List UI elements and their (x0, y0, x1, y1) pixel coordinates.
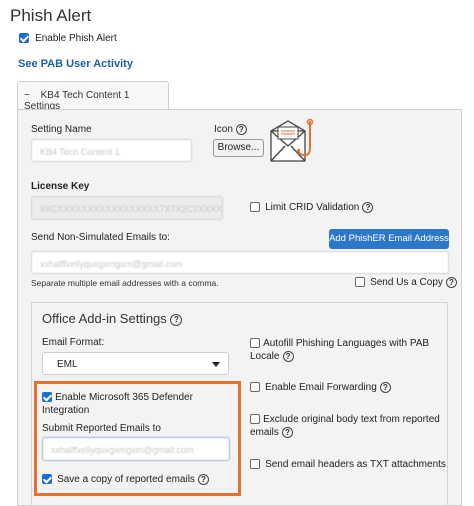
limit-crid-label: Limit CRID Validation (265, 202, 360, 213)
separate-emails-hint: Separate multiple email addresses with a… (31, 278, 219, 288)
email-forwarding-row[interactable]: Enable Email Forwarding ? (250, 381, 391, 393)
pab-user-activity-link[interactable]: See PAB User Activity (18, 58, 133, 70)
help-icon[interactable]: ? (379, 381, 391, 393)
exclude-body-label: Exclude original body text from reported… (250, 414, 440, 438)
license-key-label: License Key (31, 181, 90, 192)
collapse-icon[interactable]: − (24, 90, 30, 101)
send-us-copy-row[interactable]: Send Us a Copy ? (355, 276, 457, 288)
phish-envelope-icon (270, 118, 314, 162)
enable-phish-alert-checkbox[interactable] (19, 33, 29, 44)
license-key-input: 8XCXXXXXXXXXXXXXXXXX7X7X2C2XXXX (31, 196, 223, 220)
send-us-copy-checkbox[interactable] (355, 277, 365, 288)
help-icon[interactable]: ? (170, 313, 183, 326)
ms365-defender-label: Enable Microsoft 365 Defender Integratio… (42, 392, 193, 416)
email-forwarding-label: Enable Email Forwarding (265, 382, 377, 393)
save-copy-checkbox[interactable] (42, 474, 52, 485)
submit-reported-label: Submit Reported Emails to (42, 423, 161, 434)
email-format-select[interactable]: EML (42, 352, 229, 375)
autofill-checkbox[interactable] (250, 338, 260, 349)
help-icon[interactable]: ? (282, 350, 294, 362)
save-copy-label: Save a copy of reported emails (57, 474, 195, 485)
add-phisher-email-button[interactable]: Add PhishER Email Address (329, 229, 449, 249)
setting-name-label: Setting Name (31, 124, 92, 135)
help-icon[interactable]: ? (197, 473, 209, 485)
email-headers-label: Send email headers as TXT attachments (265, 459, 446, 470)
limit-crid-row[interactable]: Limit CRID Validation ? (250, 201, 374, 213)
non-simulated-email-input[interactable]: xxhalffxellyquxgxmgxm@gmail.com (31, 251, 449, 274)
ms365-defender-checkbox[interactable] (42, 392, 52, 403)
email-headers-checkbox[interactable] (250, 459, 260, 470)
save-copy-row[interactable]: Save a copy of reported emails ? (42, 473, 209, 485)
office-addin-heading: Office Add-in Settings ? (42, 311, 183, 326)
help-icon[interactable]: ? (362, 201, 374, 213)
help-icon[interactable]: ? (445, 276, 457, 288)
submit-reported-input[interactable]: xxhalffxellyquxgxmgxm@gmail.com (42, 437, 230, 461)
email-format-value: EML (57, 359, 78, 370)
exclude-body-row[interactable]: Exclude original body text from reported… (250, 413, 446, 439)
send-non-simulated-label: Send Non-Simulated Emails to: (31, 232, 170, 243)
page-title: Phish Alert (10, 6, 92, 25)
email-forwarding-checkbox[interactable] (250, 382, 260, 393)
browse-button[interactable]: Browse... (213, 139, 264, 157)
limit-crid-checkbox[interactable] (250, 202, 260, 213)
setting-name-input[interactable]: KB4 Tech Content 1 (31, 139, 192, 162)
help-icon[interactable]: ? (281, 426, 293, 438)
autofill-label: Autofill Phishing Languages with PAB Loc… (250, 338, 430, 362)
chevron-down-icon (212, 362, 220, 367)
email-headers-row[interactable]: Send email headers as TXT attachments (250, 458, 446, 470)
enable-phish-alert-label: Enable Phish Alert (35, 33, 117, 44)
exclude-body-checkbox[interactable] (250, 414, 260, 425)
enable-phish-alert-row[interactable]: Enable Phish Alert (19, 32, 117, 44)
icon-label: Icon ? (214, 124, 247, 135)
autofill-row[interactable]: Autofill Phishing Languages with PAB Loc… (250, 337, 446, 363)
send-us-copy-label: Send Us a Copy (370, 277, 443, 288)
tab-kb4-tech-content-settings[interactable]: − KB4 Tech Content 1 Settings (17, 81, 169, 112)
email-format-label: Email Format: (42, 337, 105, 348)
help-icon[interactable]: ? (235, 124, 247, 135)
ms365-defender-row[interactable]: Enable Microsoft 365 Defender Integratio… (42, 391, 232, 417)
